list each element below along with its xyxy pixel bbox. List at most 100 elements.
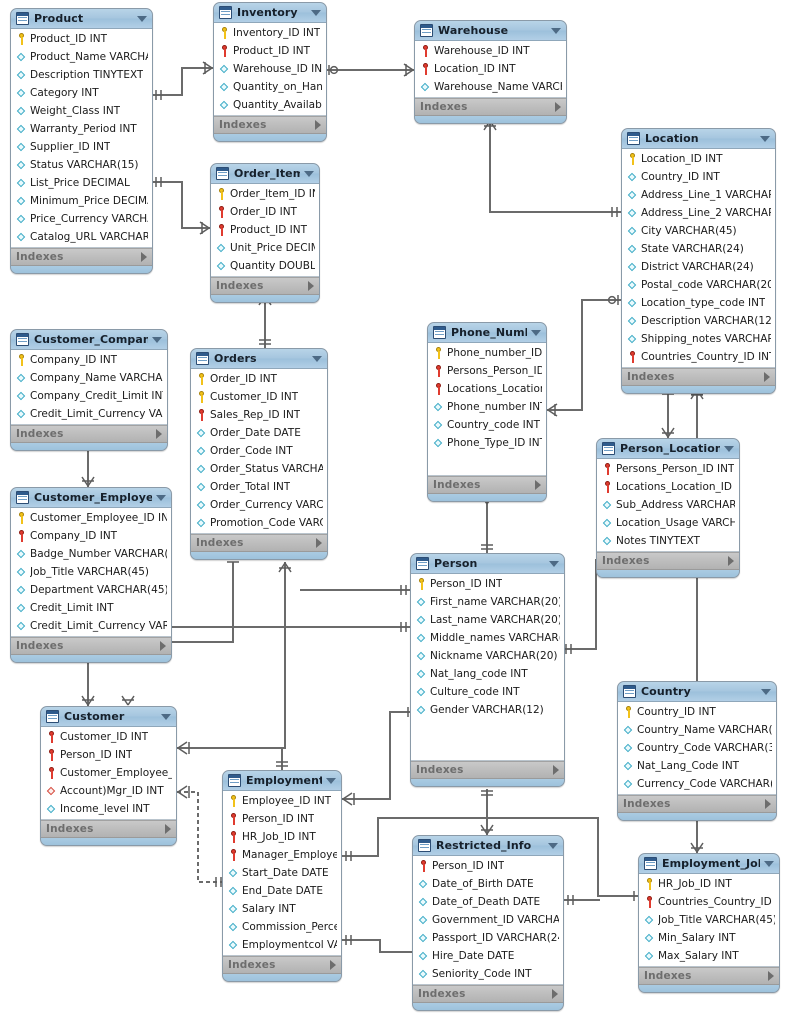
column-row[interactable]: Order_ID INT bbox=[211, 203, 319, 221]
column-row[interactable]: Country_ID INT bbox=[622, 168, 775, 186]
table-header-inventory[interactable]: Inventory bbox=[214, 3, 326, 23]
table-warehouse[interactable]: Warehouse Warehouse_ID INT Location_ID INT… bbox=[414, 20, 567, 124]
column-row[interactable]: Job_Title VARCHAR(45) bbox=[11, 563, 171, 581]
column-row[interactable]: Company_Credit_Limit INT bbox=[11, 387, 167, 405]
indexes-section-phone_number[interactable]: Indexes bbox=[428, 476, 546, 494]
chevron-right-icon[interactable] bbox=[308, 281, 314, 291]
column-row[interactable]: Customer_ID INT bbox=[191, 388, 327, 406]
column-row[interactable]: Shipping_notes VARCHAR(256) bbox=[622, 330, 775, 348]
column-row[interactable]: Product_ID INT bbox=[211, 221, 319, 239]
indexes-section-customer_employee[interactable]: Indexes bbox=[11, 637, 171, 655]
indexes-section-orders[interactable]: Indexes bbox=[191, 534, 327, 552]
column-row[interactable]: Price_Currency VARCHAR(5) bbox=[11, 210, 152, 228]
column-row[interactable]: Minimum_Price DECIMAL bbox=[11, 192, 152, 210]
column-row[interactable]: Nat_Lang_Code INT bbox=[618, 757, 776, 775]
column-row[interactable]: Employmentcol VARCH... bbox=[223, 936, 341, 954]
column-row[interactable]: Passport_ID VARCHAR(24) bbox=[413, 929, 563, 947]
table-person_location[interactable]: Person_Location Persons_Person_ID INT Loca… bbox=[596, 438, 740, 578]
column-row[interactable]: City VARCHAR(45) bbox=[622, 222, 775, 240]
column-row[interactable]: Customer_Employee_ID INT bbox=[41, 764, 176, 782]
column-row[interactable]: First_name VARCHAR(20) bbox=[411, 593, 564, 611]
column-row[interactable]: HR_Job_ID INT bbox=[639, 875, 779, 893]
column-row[interactable]: Country_ID INT bbox=[618, 703, 776, 721]
table-header-employment[interactable]: Employment bbox=[223, 771, 341, 791]
column-row[interactable]: Middle_names VARCHAR(45) bbox=[411, 629, 564, 647]
chevron-right-icon[interactable] bbox=[553, 765, 559, 775]
chevron-right-icon[interactable] bbox=[316, 538, 322, 548]
column-row[interactable]: Order_Code INT bbox=[191, 442, 327, 460]
table-order_item[interactable]: Order_Item Order_Item_ID INT Order_ID INT P… bbox=[210, 163, 320, 303]
column-row[interactable]: Order_Total INT bbox=[191, 478, 327, 496]
column-row[interactable]: Warehouse_ID INT bbox=[214, 60, 326, 78]
table-person[interactable]: Person Person_ID INT First_name VARCHAR(20… bbox=[410, 553, 565, 787]
column-row[interactable]: Supplier_ID INT bbox=[11, 138, 152, 156]
column-row[interactable]: Date_of_Death DATE bbox=[413, 893, 563, 911]
column-row[interactable]: Min_Salary INT bbox=[639, 929, 779, 947]
column-row[interactable]: Phone_number INT bbox=[428, 398, 546, 416]
table-header-customer_company[interactable]: Customer_Company bbox=[11, 330, 167, 350]
column-row[interactable]: Account)Mgr_ID INT bbox=[41, 782, 176, 800]
chevron-down-icon[interactable] bbox=[312, 355, 322, 362]
column-row[interactable]: Status VARCHAR(15) bbox=[11, 156, 152, 174]
table-header-orders[interactable]: Orders bbox=[191, 349, 327, 369]
column-row[interactable]: Postal_code VARCHAR(20) bbox=[622, 276, 775, 294]
column-row[interactable]: Customer_Employee_ID INT bbox=[11, 509, 171, 527]
chevron-down-icon[interactable] bbox=[548, 842, 558, 849]
table-header-product[interactable]: Product bbox=[11, 9, 152, 29]
column-row[interactable]: Countries_Country_ID INT bbox=[622, 348, 775, 366]
column-row[interactable]: Order_Item_ID INT bbox=[211, 185, 319, 203]
indexes-section-employment[interactable]: Indexes bbox=[223, 956, 341, 974]
column-row[interactable]: Quantity_on_Hand INT bbox=[214, 78, 326, 96]
column-row[interactable]: Order_Currency VARCHAR(5) bbox=[191, 496, 327, 514]
column-row[interactable]: Notes TINYTEXT bbox=[597, 532, 739, 550]
column-row[interactable]: Country_Code VARCHAR(3) bbox=[618, 739, 776, 757]
chevron-down-icon[interactable] bbox=[152, 336, 162, 343]
chevron-right-icon[interactable] bbox=[765, 799, 771, 809]
column-row[interactable]: Company_ID INT bbox=[11, 351, 167, 369]
column-row[interactable]: Unit_Price DECIMAL bbox=[211, 239, 319, 257]
column-row[interactable]: Sub_Address VARCHAR(45) bbox=[597, 496, 739, 514]
chevron-down-icon[interactable] bbox=[304, 170, 314, 177]
column-row[interactable]: Last_name VARCHAR(20) bbox=[411, 611, 564, 629]
chevron-down-icon[interactable] bbox=[551, 27, 561, 34]
table-employment[interactable]: Employment Employee_ID INT Person_ID INT HR… bbox=[222, 770, 342, 982]
column-row[interactable]: Weight_Class INT bbox=[11, 102, 152, 120]
indexes-section-inventory[interactable]: Indexes bbox=[214, 116, 326, 134]
column-row[interactable]: Credit_Limit_Currency VARCHAR(5) bbox=[11, 405, 167, 423]
column-row[interactable]: Company_ID INT bbox=[11, 527, 171, 545]
chevron-right-icon[interactable] bbox=[555, 102, 561, 112]
chevron-down-icon[interactable] bbox=[531, 329, 541, 336]
column-row[interactable]: Country_code INT bbox=[428, 416, 546, 434]
table-header-employment_jobs[interactable]: Employment_Jobs bbox=[639, 854, 779, 874]
column-row[interactable]: Inventory_ID INT bbox=[214, 24, 326, 42]
column-row[interactable]: HR_Job_ID INT bbox=[223, 828, 341, 846]
chevron-down-icon[interactable] bbox=[724, 445, 734, 452]
chevron-right-icon[interactable] bbox=[764, 372, 770, 382]
column-row[interactable]: Customer_ID INT bbox=[41, 728, 176, 746]
chevron-down-icon[interactable] bbox=[137, 15, 147, 22]
chevron-down-icon[interactable] bbox=[760, 135, 770, 142]
column-row[interactable]: Product_ID INT bbox=[214, 42, 326, 60]
table-restricted_info[interactable]: Restricted_Info Person_ID INT Date_of_Birt… bbox=[412, 835, 564, 1011]
column-row[interactable]: Location_ID INT bbox=[622, 150, 775, 168]
column-row[interactable]: Currency_Code VARCHAR(10) bbox=[618, 775, 776, 793]
table-header-person_location[interactable]: Person_Location bbox=[597, 439, 739, 459]
column-row[interactable]: Product_ID INT bbox=[11, 30, 152, 48]
indexes-section-employment_jobs[interactable]: Indexes bbox=[639, 967, 779, 985]
column-row[interactable]: Salary INT bbox=[223, 900, 341, 918]
table-employment_jobs[interactable]: Employment_Jobs HR_Job_ID INT Countries_Co… bbox=[638, 853, 780, 993]
column-row[interactable]: Warehouse_Name VARCHAR(45) bbox=[415, 78, 566, 96]
column-row[interactable]: Address_Line_2 VARCHAR(45) bbox=[622, 204, 775, 222]
column-row[interactable]: Phone_number_ID INT bbox=[428, 344, 546, 362]
column-row[interactable]: District VARCHAR(24) bbox=[622, 258, 775, 276]
column-row[interactable]: Persons_Person_ID INT bbox=[597, 460, 739, 478]
table-header-customer[interactable]: Customer bbox=[41, 707, 176, 727]
column-row[interactable]: Government_ID VARCHAR(24) bbox=[413, 911, 563, 929]
indexes-section-person[interactable]: Indexes bbox=[411, 761, 564, 779]
column-row[interactable]: Quantity_Available INT bbox=[214, 96, 326, 114]
column-row[interactable]: Catalog_URL VARCHAR(128) bbox=[11, 228, 152, 246]
table-header-country[interactable]: Country bbox=[618, 682, 776, 702]
table-header-phone_number[interactable]: Phone_Number bbox=[428, 323, 546, 343]
chevron-down-icon[interactable] bbox=[161, 713, 171, 720]
chevron-right-icon[interactable] bbox=[535, 480, 541, 490]
